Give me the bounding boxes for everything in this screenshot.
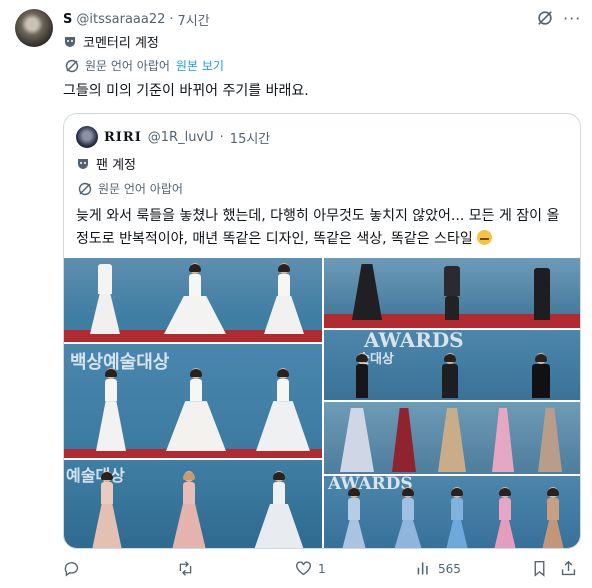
action-bar: 1 565 xyxy=(63,560,583,582)
photo-6[interactable]: 예술대상 xyxy=(64,460,322,548)
more-options-icon[interactable]: ··· xyxy=(563,9,581,28)
like-count: 1 xyxy=(318,561,326,576)
account-label-text: 코멘터리 계정 xyxy=(83,36,159,51)
photo-1[interactable] xyxy=(64,258,322,342)
author-name[interactable]: S xyxy=(63,12,72,27)
theater-mask-icon xyxy=(78,158,88,169)
retweet-button[interactable] xyxy=(177,560,200,577)
translate-icon xyxy=(65,59,79,72)
bookmark-icon xyxy=(534,561,545,577)
quote-translation-text: 원문 언어 아랍어 xyxy=(98,182,183,196)
quote-header: RIRI @1R_luvU · 15시간 xyxy=(104,128,270,147)
quote-time[interactable]: 15시간 xyxy=(230,128,270,147)
share-button[interactable] xyxy=(560,560,583,577)
quote-text: 늦게 와서 룩들을 놓쳤나 했는데, 다행히 아무것도 놓치지 않았어... 모… xyxy=(76,205,576,251)
photo-4[interactable]: AWARDS 술대상 xyxy=(324,330,580,400)
translation-notice: 원문 언어 아랍어 원본 보기 xyxy=(65,57,224,74)
expressionless-face-icon xyxy=(477,230,493,245)
views-count: 565 xyxy=(438,561,461,576)
author-handle[interactable]: @itssaraaa22 xyxy=(76,12,165,27)
views-icon xyxy=(417,562,428,575)
quote-translation-notice: 원문 언어 아랍어 xyxy=(78,180,183,197)
separator-dot: · xyxy=(169,11,174,27)
photo-7[interactable]: AWARDS xyxy=(324,476,580,548)
show-original-link[interactable]: 원본 보기 xyxy=(176,57,224,74)
views-button[interactable]: 565 xyxy=(415,560,461,577)
post-time[interactable]: 7시간 xyxy=(178,10,210,29)
separator-dot: · xyxy=(219,130,224,145)
share-icon xyxy=(561,560,576,576)
post-header: S @itssaraaa22 · 7시간 xyxy=(63,9,210,29)
media-grid[interactable]: 백상예술대상 AWARDS 술대상 예술대상 AWARDS xyxy=(64,258,580,548)
theater-mask-icon xyxy=(65,36,75,47)
translation-text: 원문 언어 아랍어 xyxy=(85,59,170,73)
photo-3[interactable]: 백상예술대상 xyxy=(64,344,322,458)
quote-author-name[interactable]: RIRI xyxy=(104,130,142,145)
like-button[interactable]: 1 xyxy=(295,560,326,577)
bookmark-button[interactable] xyxy=(531,560,554,577)
heart-icon xyxy=(296,561,311,576)
post-text: 그들의 미의 기준이 바뀌어 주기를 바래요. xyxy=(63,83,309,99)
account-label: 코멘터리 계정 xyxy=(63,32,159,51)
reply-button[interactable] xyxy=(63,560,86,577)
photo-2[interactable] xyxy=(324,258,580,328)
quoted-post[interactable]: RIRI @1R_luvU · 15시간 팬 계정 원문 언어 아랍어 늦게 와… xyxy=(63,113,581,549)
reply-icon xyxy=(64,562,79,577)
quote-author-avatar[interactable] xyxy=(76,126,98,148)
translate-icon xyxy=(78,182,92,195)
grok-icon[interactable] xyxy=(536,9,554,27)
quote-account-label: 팬 계정 xyxy=(76,154,136,173)
quote-author-handle[interactable]: @1R_luvU xyxy=(148,130,214,145)
photo-5[interactable] xyxy=(324,402,580,474)
quote-account-label-text: 팬 계정 xyxy=(96,158,137,173)
retweet-icon xyxy=(179,561,192,576)
author-avatar[interactable] xyxy=(15,9,53,47)
